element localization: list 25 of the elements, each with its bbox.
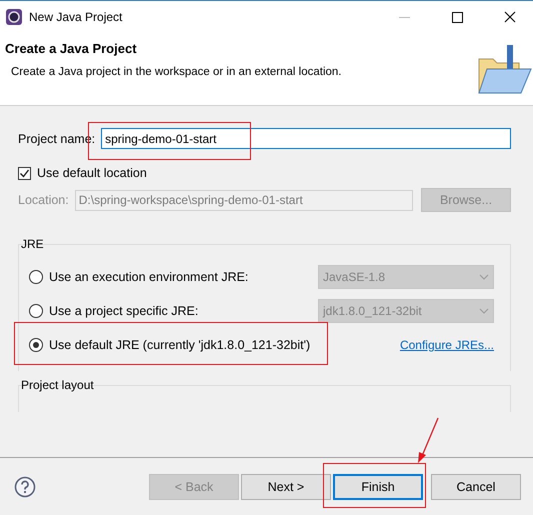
radio-label: Use default JRE (currently 'jdk1.8.0_121-32bit') [49,338,310,352]
dialog-button[interactable]: Finish [333,474,423,500]
window-title: New Java Project [29,10,124,24]
close-icon[interactable] [504,11,516,23]
radio-label: Use a project specific JRE: [49,304,198,318]
radio-button[interactable] [29,338,43,352]
location-label: Location: [18,193,69,207]
radio-button[interactable] [29,304,43,318]
help-icon[interactable] [14,476,36,498]
dialog-button[interactable]: Cancel [431,474,521,500]
app-icon [6,9,22,25]
radio-label: Use an execution environment JRE: [49,270,248,284]
page-title: Create a Java Project [5,41,138,56]
default-location-checkbox[interactable] [18,166,31,180]
chevron-down-icon [479,274,489,280]
group-title: JRE [21,237,45,251]
page-description: Create a Java project in the workspace or in an external location. [10,66,342,78]
chevron-down-icon [479,308,489,314]
group-title: Project layout [21,378,95,392]
configure-jres-link[interactable]: Configure JREs... [400,338,494,352]
maximize-icon[interactable] [452,12,462,22]
dialog-button[interactable]: Next > [241,474,331,500]
project-name-field[interactable]: spring-demo-01-start [101,128,511,149]
default-location-label: Use default location [37,166,147,180]
radio-button[interactable] [29,270,43,284]
